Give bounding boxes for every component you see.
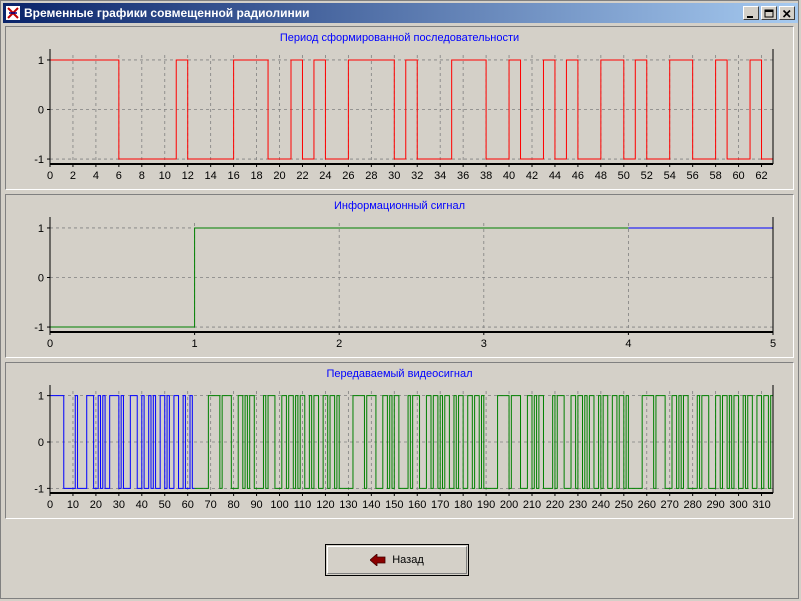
x-tick-label: 12 [182, 170, 194, 182]
x-tick-label: 24 [319, 170, 331, 182]
x-tick-label: 36 [457, 170, 469, 182]
y-tick-label: 1 [38, 391, 44, 403]
x-tick-label: 28 [365, 170, 377, 182]
close-button[interactable] [779, 6, 795, 20]
x-tick-label: 250 [615, 499, 633, 511]
x-tick-label: 50 [618, 170, 630, 182]
x-tick-label: 10 [67, 499, 79, 511]
back-button-label: Назад [392, 554, 424, 566]
minimize-icon [747, 16, 753, 18]
x-tick-label: 50 [159, 499, 171, 511]
close-icon [782, 9, 791, 18]
info-signal-chart: 0 1 2 3 4 510-1 [34, 217, 776, 350]
x-tick-label: 270 [661, 499, 679, 511]
x-tick-label: 30 [388, 170, 400, 182]
x-tick-label: 4 [625, 338, 631, 350]
x-tick-label: 4 [93, 170, 99, 182]
x-tick-label: 3 [481, 338, 487, 350]
x-tick-label: 300 [729, 499, 747, 511]
y-tick-label: -1 [34, 154, 44, 166]
x-tick-label: 0 [47, 338, 53, 350]
x-tick-label: 22 [296, 170, 308, 182]
x-tick-label: 140 [362, 499, 380, 511]
x-tick-label: 200 [500, 499, 518, 511]
x-tick-label: 58 [709, 170, 721, 182]
x-tick-label: 10 [159, 170, 171, 182]
x-tick-label: 1 [192, 338, 198, 350]
x-tick-label: 160 [408, 499, 426, 511]
x-tick-label: 290 [706, 499, 724, 511]
x-tick-label: 130 [339, 499, 357, 511]
sequence-chart-panel: Период сформированной последовательности… [5, 26, 794, 190]
x-tick-label: 100 [270, 499, 288, 511]
y-tick-label: -1 [34, 483, 44, 495]
y-tick-label: 0 [38, 437, 44, 449]
x-tick-label: 26 [342, 170, 354, 182]
x-tick-label: 0 [47, 499, 53, 511]
y-tick-label: 0 [38, 105, 44, 117]
x-tick-label: 32 [411, 170, 423, 182]
x-tick-label: 18 [250, 170, 262, 182]
x-tick-label: 20 [90, 499, 102, 511]
video-signal-panel: Передаваемый видеосигнал 0 10 20 30 40 50 60 70… [5, 362, 794, 519]
x-tick-label: 2 [336, 338, 342, 350]
video-signal-chart: 0 10 20 30 40 50 60 70 80 90 100 110 120 130 140 150 160… [34, 385, 774, 511]
x-tick-label: 170 [431, 499, 449, 511]
x-tick-label: 120 [316, 499, 334, 511]
x-tick-label: 42 [526, 170, 538, 182]
x-tick-label: 260 [638, 499, 656, 511]
maximize-button[interactable] [761, 6, 777, 20]
x-tick-label: 56 [687, 170, 699, 182]
title-bar[interactable]: Временные графики совмещенной радиолинии [3, 3, 798, 23]
x-tick-label: 110 [294, 499, 312, 511]
x-tick-label: 34 [434, 170, 446, 182]
x-tick-label: 48 [595, 170, 607, 182]
x-tick-label: 80 [227, 499, 239, 511]
x-tick-label: 0 [47, 170, 53, 182]
y-tick-label: -1 [34, 322, 44, 334]
x-tick-label: 38 [480, 170, 492, 182]
x-tick-label: 46 [572, 170, 584, 182]
app-icon [6, 6, 20, 20]
back-button[interactable]: Назад [325, 544, 469, 576]
y-tick-label: 1 [38, 223, 44, 235]
back-arrow-icon [370, 554, 386, 566]
x-tick-label: 54 [664, 170, 676, 182]
x-tick-label: 210 [523, 499, 541, 511]
x-tick-label: 60 [182, 499, 194, 511]
x-tick-label: 40 [503, 170, 515, 182]
x-tick-label: 230 [569, 499, 587, 511]
x-tick-label: 220 [546, 499, 564, 511]
info-signal-panel: Информационный сигнал 0 1 2 3 4 5 1 0 -1 [5, 194, 794, 358]
x-tick-label: 52 [641, 170, 653, 182]
x-tick-label: 30 [113, 499, 125, 511]
main-window: Временные графики совмещенной радиолинии… [0, 0, 799, 599]
x-tick-label: 14 [205, 170, 217, 182]
x-tick-label: 310 [752, 499, 770, 511]
x-tick-label: 70 [205, 499, 217, 511]
x-tick-label: 8 [139, 170, 145, 182]
x-tick-label: 180 [454, 499, 472, 511]
x-tick-label: 90 [250, 499, 262, 511]
window-title: Временные графики совмещенной радиолинии [24, 6, 310, 20]
x-tick-label: 5 [770, 338, 776, 350]
x-tick-label: 62 [755, 170, 767, 182]
x-tick-label: 16 [227, 170, 239, 182]
maximize-icon [764, 9, 774, 18]
x-tick-label: 190 [477, 499, 495, 511]
x-tick-label: 240 [592, 499, 610, 511]
x-tick-label: 280 [683, 499, 701, 511]
x-tick-label: 44 [549, 170, 561, 182]
x-tick-label: 2 [70, 170, 76, 182]
sequence-chart: 0 2 4 6 8 10 12 14 16 18 20 22 24 26 28 30 32 34 36 38 40 42 4… [34, 49, 774, 182]
x-tick-label: 6 [116, 170, 122, 182]
x-tick-label: 20 [273, 170, 285, 182]
x-tick-label: 60 [732, 170, 744, 182]
x-tick-label: 150 [385, 499, 403, 511]
y-tick-label: 0 [38, 273, 44, 285]
minimize-button[interactable] [743, 6, 759, 20]
x-tick-label: 40 [136, 499, 148, 511]
y-tick-label: 1 [38, 55, 44, 67]
